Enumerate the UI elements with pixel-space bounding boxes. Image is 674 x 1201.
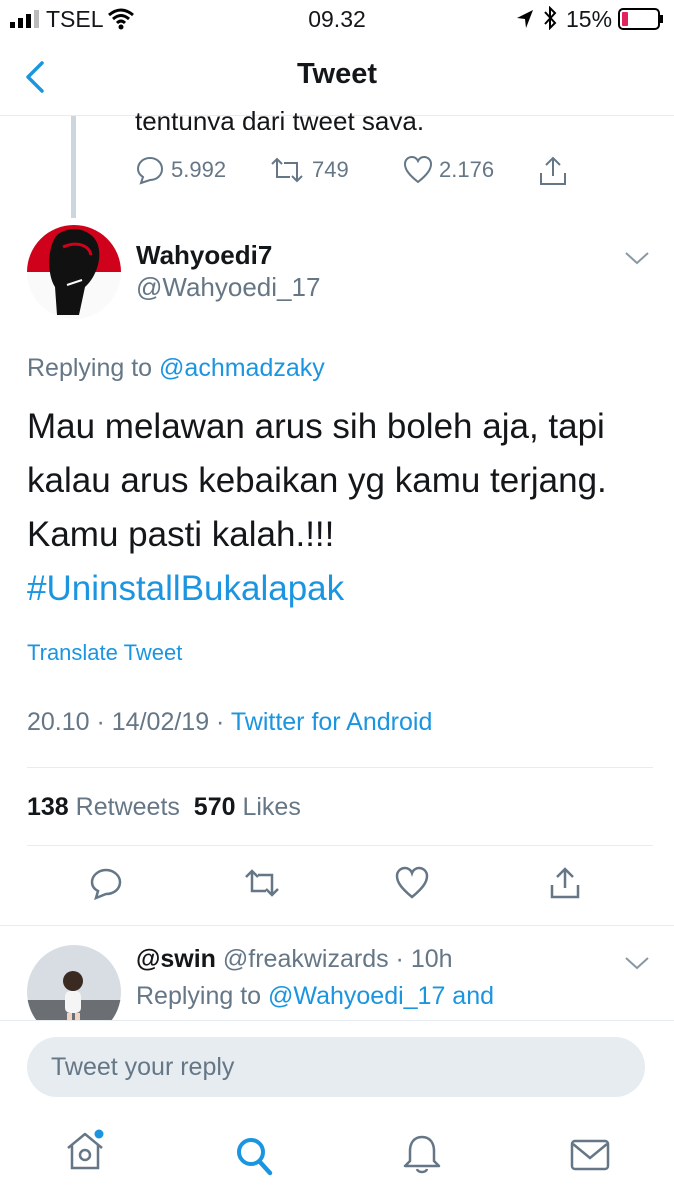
reply-chevron-down-icon[interactable] <box>624 955 650 971</box>
prior-tweet-text: tentunya dari tweet saya. <box>135 106 425 130</box>
retweet-label: Retweets <box>75 793 180 821</box>
divider <box>0 925 674 926</box>
reply-display-name[interactable]: @swin <box>136 945 216 973</box>
tweet-meta: 20.10 · 14/02/19 · Twitter for Android <box>27 708 433 736</box>
home-icon[interactable] <box>64 1128 108 1174</box>
divider <box>27 845 653 846</box>
reply-replying-prefix: Replying to <box>136 982 269 1010</box>
reply-replying-to: Replying to @Wahyoedi_17 and <box>136 982 494 1012</box>
tweet-date: 14/02/19 <box>111 708 210 736</box>
reply-icon[interactable] <box>89 866 123 900</box>
replying-to: Replying to @achmadzaky <box>27 354 325 383</box>
prior-share-icon[interactable] <box>538 155 568 187</box>
retweet-count: 138 <box>27 793 69 821</box>
status-bar: TSEL 09.32 15% <box>0 0 674 40</box>
battery-icon <box>618 8 663 30</box>
prior-retweet-button[interactable]: 749 <box>268 155 349 185</box>
search-icon[interactable] <box>234 1135 274 1177</box>
tweet-text-line: Mau melawan arus sih boleh aja, tapi <box>27 407 605 446</box>
retweet-icon <box>271 157 303 183</box>
likes-stat[interactable]: 570 Likes <box>194 793 301 821</box>
reply-age: 10h <box>410 945 453 973</box>
reply-header: @swin @freakwizards · 10h <box>136 945 453 973</box>
prior-reply-button[interactable]: 5.992 <box>135 155 226 185</box>
thread-line <box>71 116 76 218</box>
prior-retweet-count: 749 <box>312 157 349 182</box>
reply-input[interactable]: Tweet your reply <box>27 1037 645 1097</box>
like-count: 570 <box>193 793 236 821</box>
tweet-text-line: Kamu pasti kalah.!!! <box>27 515 335 554</box>
prior-like-count: 2.176 <box>439 157 495 182</box>
reply-icon <box>136 156 164 185</box>
display-name[interactable]: Wahyoedi7 <box>136 240 272 271</box>
tweet-source-link[interactable]: Twitter for Android <box>231 708 432 736</box>
avatar[interactable] <box>27 225 121 319</box>
retweet-icon[interactable] <box>242 866 282 900</box>
prior-like-button[interactable]: 2.176 <box>403 155 494 185</box>
notifications-icon[interactable] <box>402 1133 442 1175</box>
hashtag-link[interactable]: #UninstallBukalapak <box>27 562 647 616</box>
battery-percent: 15% <box>566 6 613 32</box>
divider <box>27 767 653 768</box>
like-icon <box>403 155 433 184</box>
tweet-stats: 138 Retweets 570 Likes <box>27 793 301 822</box>
like-icon[interactable] <box>395 866 429 900</box>
user-handle[interactable]: @Wahyoedi_17 <box>136 272 320 303</box>
tweet-time: 20.10 <box>27 708 90 736</box>
reply-mention-link[interactable]: @Wahyoedi_17 and <box>268 982 494 1010</box>
messages-icon[interactable] <box>570 1138 610 1172</box>
share-icon[interactable] <box>549 866 581 900</box>
prior-reply-count: 5.992 <box>171 157 227 182</box>
chevron-down-icon[interactable] <box>624 250 650 266</box>
like-label: Likes <box>242 793 301 821</box>
reply-handle[interactable]: @freakwizards <box>223 945 389 973</box>
page-title: Tweet <box>296 58 378 90</box>
reply-input-placeholder: Tweet your reply <box>51 1052 235 1081</box>
location-icon <box>517 10 533 28</box>
avatar-image <box>27 225 121 319</box>
replying-mention-link[interactable]: @achmadzaky <box>159 354 325 382</box>
replying-prefix: Replying to <box>27 354 160 382</box>
retweets-stat[interactable]: 138 Retweets <box>27 793 180 821</box>
bluetooth-icon <box>544 6 557 30</box>
translate-tweet-link[interactable]: Translate Tweet <box>27 640 182 666</box>
tweet-text-line: kalau arus kebaikan yg kamu terjang. <box>27 461 607 500</box>
tweet-text: Mau melawan arus sih boleh aja, tapi kal… <box>27 400 647 616</box>
